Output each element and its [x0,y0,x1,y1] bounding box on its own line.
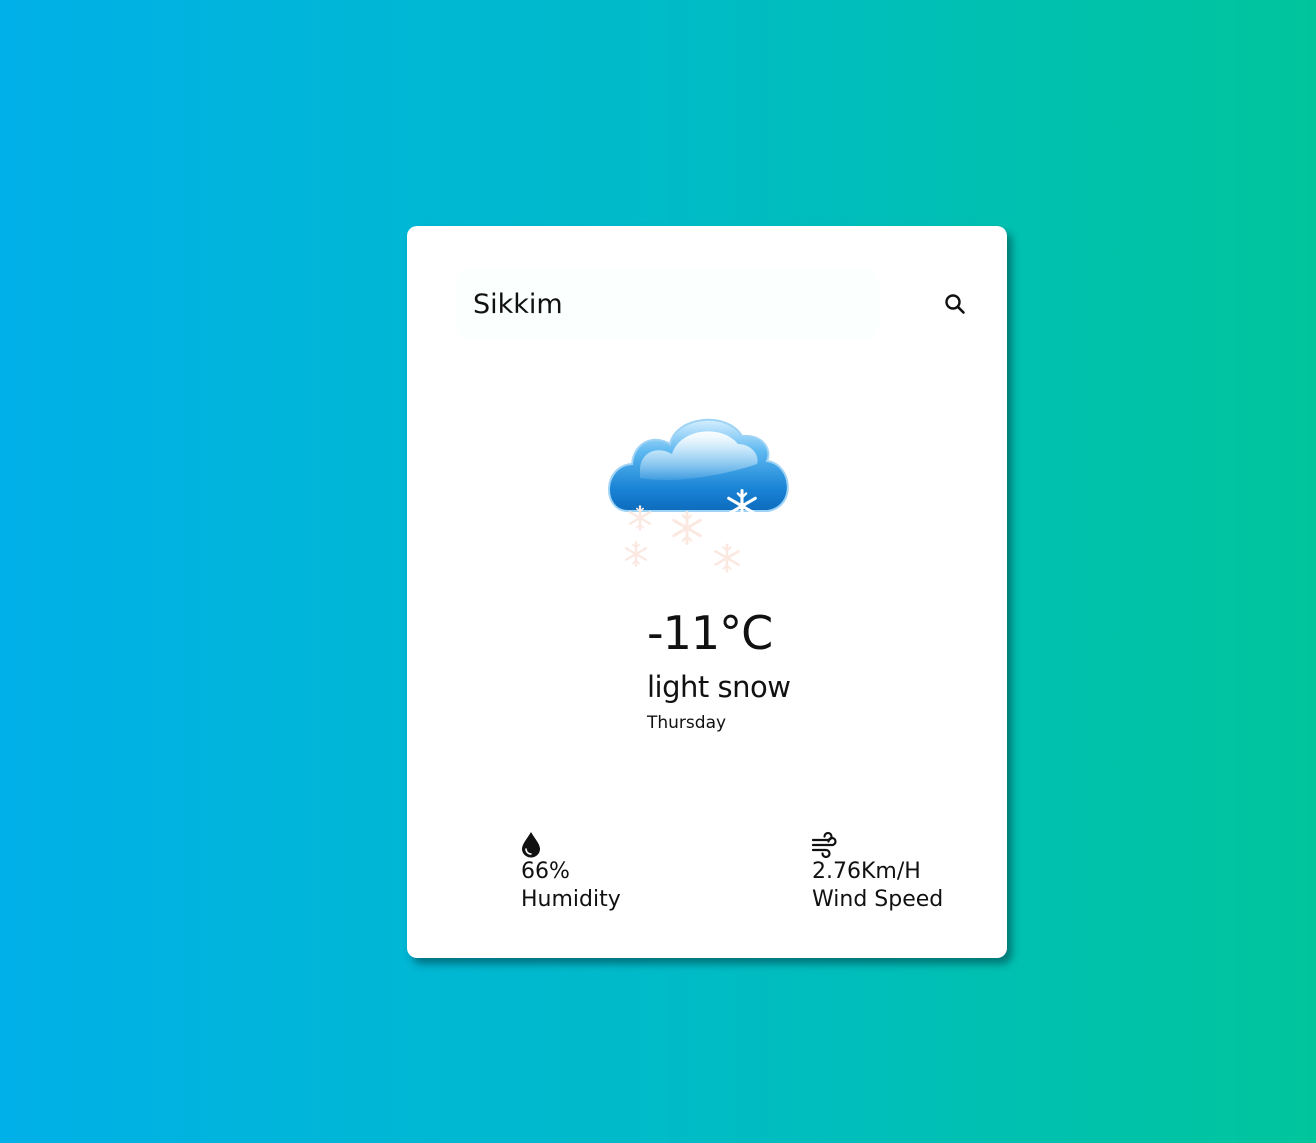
droplet-icon [522,832,540,858]
search-icon [945,294,965,314]
cloud-snow-icon [608,418,789,573]
temperature: -11°C [647,606,773,660]
wind-label: Wind Speed [812,887,944,912]
weather-card: -11°C light snow Thursday 66% Humidity 2… [407,226,1007,958]
humidity-label: Humidity [521,887,621,912]
wind-stat: 2.76Km/H Wind Speed [812,830,943,914]
humidity-value: 66% [521,859,570,884]
humidity-stat: 66% Humidity [521,830,621,914]
search-button[interactable] [939,288,971,320]
wind-value: 2.76Km/H [812,859,921,884]
search-input[interactable] [455,287,865,321]
search-box[interactable] [455,268,879,340]
weather-description: light snow [647,670,791,704]
weekday: Thursday [647,713,727,733]
wind-icon [812,831,837,858]
